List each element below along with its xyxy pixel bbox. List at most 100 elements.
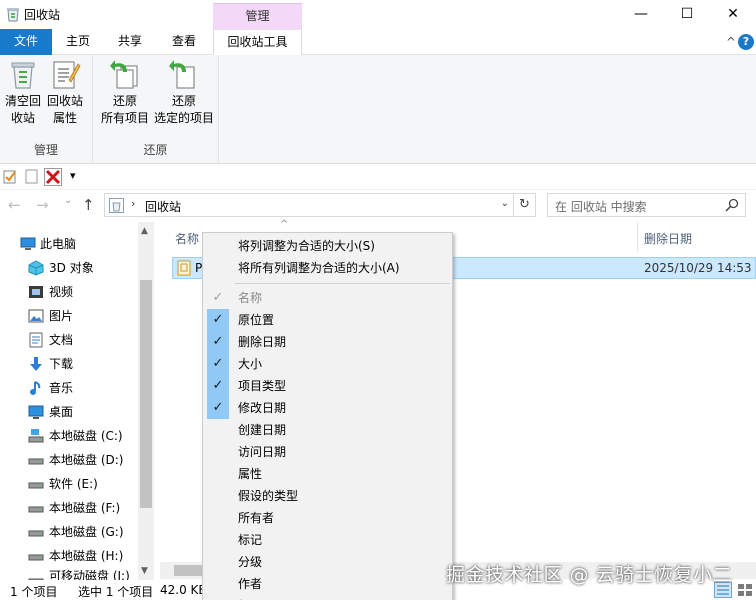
sidebar-item-label: 桌面 bbox=[49, 405, 74, 419]
properties-label-1: 回收站 bbox=[46, 94, 83, 108]
recycle-bin-properties-button[interactable]: 回收站 属性 bbox=[44, 58, 86, 127]
sidebar-item-drive-c[interactable]: 本地磁盘 (C:) bbox=[0, 424, 138, 448]
sidebar-item-documents[interactable]: 文档 bbox=[0, 328, 138, 352]
sidebar-item-drive-f[interactable]: 本地磁盘 (F:) bbox=[0, 496, 138, 520]
restore-selected-button[interactable]: 还原 选定的项目 bbox=[152, 58, 216, 127]
address-bar[interactable]: › 回收站 ⌄ bbox=[104, 193, 514, 217]
tab-home[interactable]: 主页 bbox=[58, 29, 98, 55]
menu-item-column[interactable]: ✓ 原位置 bbox=[205, 309, 452, 331]
properties-check-icon[interactable] bbox=[3, 169, 17, 184]
sidebar-item-label: 音乐 bbox=[49, 381, 74, 395]
restore-all-button[interactable]: 还原 所有项目 bbox=[97, 58, 153, 127]
sidebar-item-downloads[interactable]: 下载 bbox=[0, 352, 138, 376]
tab-share[interactable]: 共享 bbox=[110, 29, 150, 55]
menu-item-column[interactable]: ✓ 修改日期 bbox=[205, 397, 452, 419]
restore-selected-icon bbox=[169, 60, 195, 89]
search-box[interactable]: 在 回收站 中搜索 bbox=[547, 193, 746, 217]
sidebar-item-drive-d[interactable]: 本地磁盘 (D:) bbox=[0, 448, 138, 472]
menu-item-column[interactable]: 分级 bbox=[205, 551, 452, 573]
drive-icon bbox=[28, 458, 44, 465]
status-selected-size: 42.0 KB bbox=[160, 583, 207, 597]
checkmark-icon: ✓ bbox=[207, 397, 229, 419]
recent-locations-button[interactable]: ⌄ bbox=[64, 195, 72, 206]
title-bar: 回收站 管理 — ☐ ✕ bbox=[0, 0, 756, 30]
drive-icon bbox=[28, 554, 44, 561]
menu-item-column[interactable]: 创建日期 bbox=[205, 419, 452, 441]
menu-item-column[interactable]: ✓ 删除日期 bbox=[205, 331, 452, 353]
sidebar-item-label: 视频 bbox=[49, 285, 74, 299]
refresh-button[interactable]: ↻ bbox=[514, 193, 536, 217]
delete-icon[interactable] bbox=[44, 168, 62, 186]
empty-recycle-bin-icon bbox=[11, 62, 35, 89]
menu-item-column[interactable]: 作者 bbox=[205, 573, 452, 595]
sidebar-item-this-pc[interactable]: 此电脑 bbox=[0, 232, 138, 256]
restore-all-label-2: 所有项目 bbox=[100, 111, 149, 125]
forward-button[interactable]: → bbox=[36, 196, 49, 214]
address-dropdown-icon[interactable]: ⌄ bbox=[501, 198, 509, 209]
sidebar-item-label: 软件 (E:) bbox=[49, 477, 98, 491]
menu-item-column: ✓ 名称 bbox=[205, 287, 452, 309]
menu-item-label: 标题 bbox=[238, 595, 262, 600]
ribbon-collapse-icon[interactable]: ^ bbox=[726, 35, 736, 49]
close-button[interactable]: ✕ bbox=[710, 0, 756, 29]
status-item-count: 1 个项目 bbox=[10, 585, 58, 599]
checkmark-icon: ✓ bbox=[207, 353, 229, 375]
sidebar-item-3d-objects[interactable]: 3D 对象 bbox=[0, 256, 138, 280]
sidebar-item-label: 本地磁盘 (D:) bbox=[49, 453, 124, 467]
tab-view[interactable]: 查看 bbox=[164, 29, 204, 55]
column-context-menu: 将列调整为合适的大小(S) 将所有列调整为合适的大小(A) ✓ 名称 ✓ 原位置 ✓ 删除… bbox=[202, 232, 453, 600]
navigation-pane-scrollbar[interactable]: ▲ ▼ bbox=[138, 222, 154, 580]
sidebar-item-label: 图片 bbox=[49, 309, 74, 323]
menu-item-column[interactable]: 属性 bbox=[205, 463, 452, 485]
scroll-down-icon[interactable]: ▼ bbox=[141, 566, 148, 576]
sidebar-item-music[interactable]: 音乐 bbox=[0, 376, 138, 400]
scroll-up-icon[interactable]: ▲ bbox=[141, 226, 148, 236]
tab-file[interactable]: 文件 bbox=[0, 29, 52, 55]
menu-item-label: 大小 bbox=[238, 357, 263, 371]
search-input[interactable]: 在 回收站 中搜索 bbox=[555, 198, 647, 215]
customize-quick-access-icon[interactable]: ▾ bbox=[70, 169, 76, 182]
sidebar-item-desktop[interactable]: 桌面 bbox=[0, 400, 138, 424]
pictures-icon bbox=[28, 309, 44, 323]
scrollbar-thumb[interactable] bbox=[140, 280, 152, 508]
help-icon[interactable]: ? bbox=[738, 34, 754, 50]
sidebar-item-drive-h[interactable]: 本地磁盘 (H:) bbox=[0, 544, 138, 568]
menu-item-column[interactable]: 访问日期 bbox=[205, 441, 452, 463]
checkmark-icon: ✓ bbox=[212, 290, 224, 305]
restore-selected-label-2: 选定的项目 bbox=[153, 111, 214, 125]
properties-icon bbox=[53, 61, 81, 89]
menu-item-column[interactable]: 标题 bbox=[205, 595, 452, 600]
sidebar-item-drive-i[interactable]: 可移动磁盘 (I:) bbox=[0, 568, 138, 580]
menu-item-label: 假设的类型 bbox=[238, 489, 299, 503]
empty-recycle-bin-button[interactable]: 清空回 收站 bbox=[2, 58, 44, 127]
menu-item-size-column[interactable]: 将列调整为合适的大小(S) bbox=[205, 235, 452, 257]
sidebar-item-videos[interactable]: 视频 bbox=[0, 280, 138, 304]
menu-separator bbox=[235, 283, 450, 284]
menu-item-column[interactable]: ✓ 大小 bbox=[205, 353, 452, 375]
maximize-button[interactable]: ☐ bbox=[664, 0, 710, 29]
menu-item-size-all-columns[interactable]: 将所有列调整为合适的大小(A) bbox=[205, 257, 452, 279]
menu-item-column[interactable]: ✓ 项目类型 bbox=[205, 375, 452, 397]
sidebar-item-label: 下载 bbox=[49, 357, 74, 371]
tab-recycle-bin-tools[interactable]: 回收站工具 bbox=[213, 29, 302, 56]
breadcrumb-recycle-bin[interactable]: 回收站 bbox=[145, 198, 181, 215]
large-icons-view-icon[interactable] bbox=[736, 582, 754, 598]
window-title: 回收站 bbox=[24, 8, 61, 22]
menu-item-column[interactable]: 所有者 bbox=[205, 507, 452, 529]
menu-item-label: 属性 bbox=[238, 467, 263, 481]
sidebar-item-drive-g[interactable]: 本地磁盘 (G:) bbox=[0, 520, 138, 544]
back-button[interactable]: ← bbox=[8, 196, 21, 214]
column-separator[interactable] bbox=[637, 222, 638, 252]
menu-item-column[interactable]: 标记 bbox=[205, 529, 452, 551]
restore-all-label-1: 还原 bbox=[112, 94, 137, 108]
menu-item-column[interactable]: 假设的类型 bbox=[205, 485, 452, 507]
column-header-deleted-date[interactable]: 删除日期 bbox=[644, 230, 692, 247]
sidebar-item-drive-e[interactable]: 软件 (E:) bbox=[0, 472, 138, 496]
column-header-name[interactable]: 名称 bbox=[175, 230, 199, 247]
minimize-button[interactable]: — bbox=[618, 0, 664, 29]
up-button[interactable]: ↑ bbox=[82, 196, 95, 214]
sidebar-item-pictures[interactable]: 图片 bbox=[0, 304, 138, 328]
breadcrumb-separator[interactable]: › bbox=[131, 197, 135, 210]
new-folder-icon[interactable] bbox=[25, 169, 38, 184]
sidebar-item-label: 文档 bbox=[49, 333, 74, 347]
